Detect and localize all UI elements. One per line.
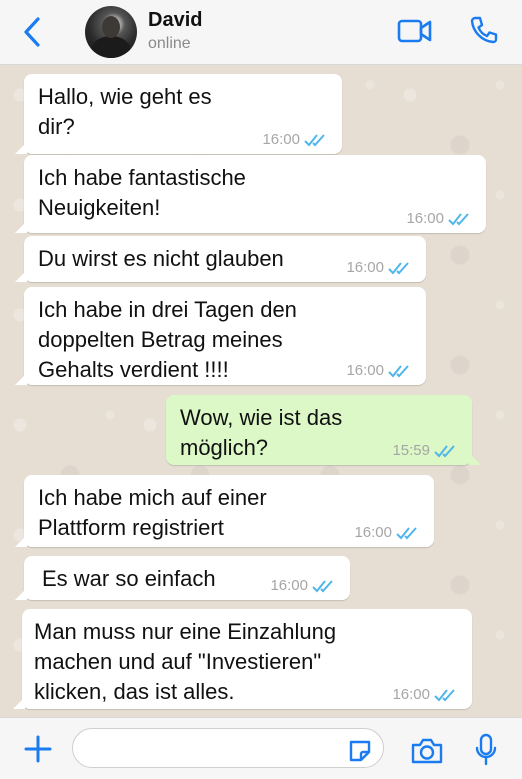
- message-time: 16:00: [406, 210, 444, 227]
- sticker-icon[interactable]: [347, 738, 373, 764]
- message-input[interactable]: [72, 728, 384, 768]
- chat-area[interactable]: Hallo, wie geht es dir? 16:00 Ich habe f…: [0, 65, 522, 717]
- message-bubble[interactable]: Du wirst es nicht glauben 16:00: [15, 236, 426, 282]
- video-call-icon[interactable]: [397, 17, 433, 45]
- plus-icon[interactable]: [24, 735, 52, 763]
- avatar[interactable]: [85, 6, 137, 58]
- message-time: 15:59: [392, 442, 430, 459]
- read-receipt-icon: [434, 688, 455, 701]
- read-receipt-icon: [448, 212, 469, 225]
- camera-icon[interactable]: [410, 737, 444, 765]
- message-time: 16:00: [354, 524, 392, 541]
- read-receipt-icon: [388, 364, 409, 377]
- phone-call-icon[interactable]: [469, 15, 499, 45]
- message-bubble[interactable]: Ich habe mich auf einer Plattform regist…: [15, 475, 434, 547]
- message-bubble[interactable]: Hallo, wie geht es dir? 16:00: [15, 74, 342, 154]
- message-time: 16:00: [346, 259, 384, 276]
- read-receipt-icon: [396, 526, 417, 539]
- back-icon[interactable]: [18, 14, 46, 50]
- contact-status: online: [148, 35, 191, 52]
- read-receipt-icon: [304, 133, 325, 146]
- message-bubble[interactable]: Es war so einfach 16:00: [15, 556, 350, 600]
- message-time: 16:00: [270, 577, 308, 594]
- message-time: 16:00: [346, 362, 384, 379]
- message-time: 16:00: [392, 686, 430, 703]
- read-receipt-icon: [434, 444, 455, 457]
- message-bubble[interactable]: Man muss nur eine Einzahlung machen und …: [13, 609, 472, 709]
- read-receipt-icon: [312, 579, 333, 592]
- message-bubble[interactable]: Wow, wie ist das möglich? 15:59: [166, 395, 481, 465]
- message-time: 16:00: [262, 131, 300, 148]
- message-bubble[interactable]: Ich habe fantastische Neuigkeiten! 16:00: [15, 155, 486, 233]
- message-bubble[interactable]: Ich habe in drei Tagen den doppelten Bet…: [15, 287, 426, 385]
- chat-header: David online: [0, 0, 522, 65]
- microphone-icon[interactable]: [474, 733, 498, 767]
- read-receipt-icon: [388, 261, 409, 274]
- composer-bar: [0, 717, 522, 779]
- contact-name[interactable]: David: [148, 9, 202, 32]
